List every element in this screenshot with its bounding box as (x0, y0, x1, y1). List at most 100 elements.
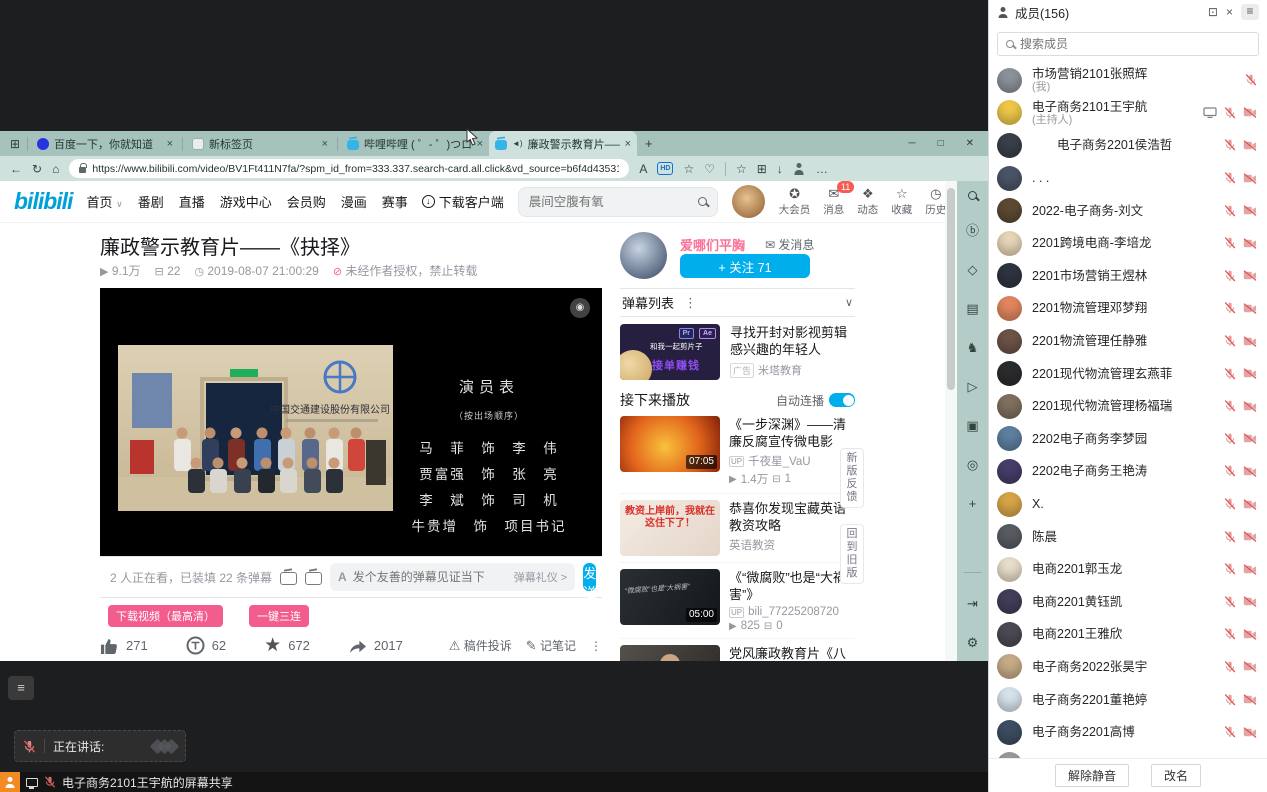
member-row[interactable]: 电子商务2101王宇航 (主持人) (989, 97, 1267, 130)
member-row[interactable]: 电子商务2201董艳婷 (989, 683, 1267, 716)
nav-esports[interactable]: 赛事 (382, 192, 408, 211)
menu-vip[interactable]: ✪大会员 (779, 187, 811, 217)
up-next-item[interactable]: 07:05 《一步深渊》——清廉反腐宣传微电影 UP 千夜星_VaU ▶1.4万… (620, 410, 855, 494)
member-row[interactable]: 市场营销2101张照辉 (我) (989, 64, 1267, 97)
related-video-title[interactable]: 党风廉政教育片《八小时之外》 (729, 645, 855, 661)
share-button[interactable]: 2017 (348, 637, 403, 654)
read-aloud-icon[interactable]: A (639, 162, 647, 176)
member-search-input[interactable] (1020, 37, 1250, 51)
member-row[interactable]: 电商2201黄钰凯 (989, 586, 1267, 619)
nav-bangumi[interactable]: 番剧 (138, 192, 164, 211)
popout-panel-icon[interactable]: ⊡ (1208, 5, 1218, 19)
tab-new-tab[interactable]: 新标签页 × (186, 131, 334, 156)
member-row[interactable]: 2201物流管理邓梦翔 (989, 292, 1267, 325)
back-icon[interactable]: ← (10, 162, 22, 176)
member-row[interactable]: 2201现代物流管理杨福瑞 (989, 390, 1267, 423)
tab-audio-icon[interactable]: ◄) (512, 139, 523, 148)
autoplay-toggle[interactable] (829, 393, 855, 407)
favorite-button[interactable]: ★ 672 (264, 637, 310, 655)
member-row[interactable]: 2201现代物流管理玄燕菲 (989, 357, 1267, 390)
scrollbar-thumb[interactable] (947, 188, 955, 390)
triple-action-button[interactable]: 一键三连 (249, 605, 309, 627)
rename-button[interactable]: 改名 (1151, 764, 1201, 787)
related-uploader[interactable]: UP 千夜星_VaU (729, 453, 855, 469)
member-row[interactable]: 2201物流管理任静雅 (989, 325, 1267, 358)
performance-icon[interactable]: ▷ (968, 379, 978, 395)
new-tab-button[interactable]: + (645, 136, 653, 151)
panel-menu-icon[interactable]: ≡ (1241, 4, 1259, 20)
media-hd-indicator-icon[interactable]: HD (657, 162, 673, 175)
user-avatar[interactable] (732, 185, 765, 218)
ad-card[interactable]: Pr Ae 和我一起剪片子 接单赚钱 寻找开封对影视剪辑感兴趣的年轻人 广告 米… (620, 324, 855, 382)
member-row[interactable]: 电子商务2022张昊宇 (989, 651, 1267, 684)
related-video-title[interactable]: 《“微腐败”也是“大祸害”》 (729, 569, 855, 603)
member-row[interactable]: 电商2201郭玉龙 (989, 553, 1267, 586)
search-icon[interactable] (698, 197, 707, 206)
member-row[interactable]: X. (989, 488, 1267, 521)
back-to-old-version-tab[interactable]: 回到旧版 (840, 524, 864, 584)
danmaku-display-icon[interactable] (280, 572, 297, 585)
menu-favorites[interactable]: ☆收藏 (891, 187, 912, 217)
up-next-item[interactable]: “微腐败”也是“大祸害” 05:00 《“微腐败”也是“大祸害”》 UP bil… (620, 563, 855, 639)
member-list[interactable]: 市场营销2101张照辉 (我) (989, 62, 1267, 758)
new-version-feedback-tab[interactable]: 新版反馈 (840, 448, 864, 508)
note-link[interactable]: ✎ 记笔记 (526, 637, 576, 654)
page-scrollbar[interactable] (945, 181, 957, 661)
related-uploader[interactable]: UP bili_77225208720 (729, 606, 855, 618)
bilibili-search-box[interactable] (518, 187, 718, 217)
member-row[interactable]: 电子商务2201高博 (989, 716, 1267, 749)
profile-icon[interactable] (793, 162, 806, 175)
like-button[interactable]: 271 (100, 637, 148, 655)
browser-essentials-icon[interactable]: ♡ (704, 162, 715, 176)
download-video-button[interactable]: 下载视频（最高清） (108, 605, 223, 627)
refresh-icon[interactable]: ↻ (32, 162, 42, 176)
tab-baidu[interactable]: 百度一下，你就知道 × (31, 131, 179, 156)
expand-chevron-icon[interactable]: ∨ (845, 296, 853, 309)
uploader-name[interactable]: 爱哪们平胸 (680, 235, 745, 254)
window-maximize-button[interactable]: □ (938, 138, 944, 149)
nav-home[interactable]: 首页 ∨ (86, 192, 122, 211)
video-player[interactable]: 中国交通建设股份有限公司 (100, 288, 602, 556)
favorites-icon[interactable]: ☆ (736, 162, 747, 176)
related-video-title[interactable]: 《一步深渊》——清廉反腐宣传微电影 (729, 416, 855, 450)
more-actions-icon[interactable]: ⋮ (590, 639, 602, 653)
tab-close-icon[interactable]: × (625, 138, 631, 150)
member-search-box[interactable] (997, 32, 1259, 56)
screenshot-icon[interactable]: ▣ (966, 418, 978, 434)
sidebar-search-icon[interactable] (968, 191, 977, 200)
uploader-avatar[interactable] (620, 232, 667, 279)
member-row[interactable]: 2022-电子商务-刘文 (989, 194, 1267, 227)
tab-close-icon[interactable]: × (322, 138, 328, 150)
danmaku-input[interactable] (353, 570, 508, 584)
danmaku-etiquette-link[interactable]: 弹幕礼仪 > (514, 569, 567, 585)
collections-icon[interactable]: ⊞ (757, 162, 767, 176)
danmaku-list-panel[interactable]: 弹幕列表 ⋮ ∨ (620, 288, 855, 317)
window-close-button[interactable]: ✕ (966, 138, 974, 149)
tab-bilibili-home[interactable]: 哔哩哔哩 ( ゜- ゜)つロ 干杯~-bili × (341, 131, 489, 156)
toolbox-icon[interactable]: ▤ (966, 301, 978, 317)
downloads-icon[interactable]: ↓ (777, 162, 783, 176)
more-menu-icon[interactable]: … (816, 162, 828, 176)
open-sidebar-icon[interactable]: ⇥ (967, 596, 978, 612)
member-row[interactable]: 2202电子商务王艳涛 (989, 455, 1267, 488)
danmaku-settings-icon[interactable] (305, 572, 322, 585)
add-favorite-icon[interactable]: ☆ (683, 162, 694, 176)
nav-manga[interactable]: 漫画 (341, 192, 367, 211)
close-panel-icon[interactable]: × (1226, 5, 1233, 19)
danmaku-input-box[interactable]: A 弹幕礼仪 > (330, 563, 575, 591)
related-video-title[interactable]: 恭喜你发现宝藏英语教资攻略 (729, 500, 855, 534)
unmute-button[interactable]: 解除静音 (1055, 764, 1129, 787)
nav-live[interactable]: 直播 (179, 192, 205, 211)
member-row[interactable]: 2202电子商务李梦园 (989, 423, 1267, 456)
member-row[interactable]: . . . (989, 162, 1267, 195)
bilibili-search-input[interactable] (529, 195, 690, 209)
report-link[interactable]: ⚠ 稿件投诉 (449, 637, 512, 654)
danmaku-font-icon[interactable]: A (338, 570, 347, 584)
url-field[interactable]: https://www.bilibili.com/video/BV1Ft411N… (69, 159, 629, 178)
bilibili-logo[interactable]: bilibili (14, 188, 72, 215)
nav-download-client[interactable]: ↓ 下载客户端 (422, 192, 504, 211)
shopping-icon[interactable]: ◇ (968, 262, 978, 278)
add-sidebar-item-icon[interactable]: + (969, 496, 977, 512)
member-row[interactable]: 陈晨 (989, 520, 1267, 553)
menu-messages[interactable]: 11✉消息 (823, 187, 844, 217)
